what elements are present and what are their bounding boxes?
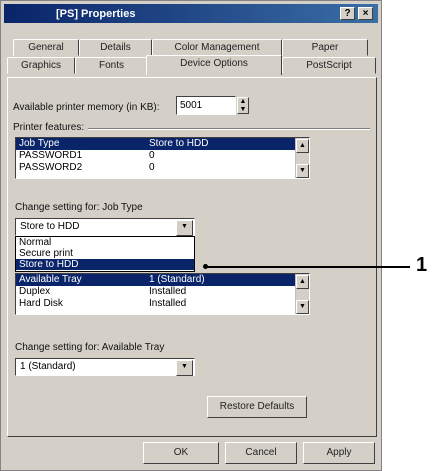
tab-fonts[interactable]: Fonts (75, 57, 148, 74)
feature-value: 0 (149, 162, 155, 173)
list-item[interactable]: PASSWORD1 0 (16, 150, 309, 162)
feature-value: Store to HDD (149, 138, 209, 149)
tab-paper[interactable]: Paper (282, 39, 368, 56)
job-type-dropdown[interactable]: Normal Secure print Store to HDD (15, 236, 195, 272)
feature-value: 0 (149, 150, 155, 161)
feature-name: PASSWORD1 (19, 150, 83, 161)
dropdown-option-store-to-hdd[interactable]: Store to HDD (16, 259, 194, 270)
group-divider (88, 128, 370, 130)
chevron-down-icon[interactable]: ▼ (176, 220, 193, 236)
list-item[interactable]: Available Tray 1 (Standard) (16, 274, 309, 286)
tab-details[interactable]: Details (79, 39, 152, 56)
tab-graphics[interactable]: Graphics (7, 57, 75, 74)
callout-number: 1 (416, 254, 428, 276)
installable-options-list[interactable]: Available Tray 1 (Standard) Duplex Insta… (15, 273, 310, 315)
dropdown-option-normal[interactable]: Normal (16, 237, 194, 248)
tab-general[interactable]: General (13, 39, 79, 56)
help-button[interactable]: ? (340, 7, 355, 20)
printer-features-label: Printer features: (13, 122, 85, 133)
callout-line (206, 266, 410, 268)
scroll-down-icon[interactable]: ▼ (296, 164, 309, 178)
job-type-combo-value: Store to HDD (20, 221, 80, 232)
option-name: Duplex (19, 286, 51, 297)
feature-name: PASSWORD2 (19, 162, 83, 173)
window-title: [PS] Properties (56, 8, 136, 20)
scrollbar[interactable]: ▲ ▼ (295, 274, 309, 314)
title-bar[interactable]: [PS] Properties ? × (4, 4, 378, 23)
tray-combo[interactable]: 1 (Standard) ▼ (15, 358, 195, 376)
printer-features-list[interactable]: Job Type Store to HDD PASSWORD1 0 PASSWO… (15, 137, 310, 179)
list-item[interactable]: Duplex Installed (16, 286, 309, 298)
close-button[interactable]: × (358, 7, 373, 20)
option-name: Available Tray (19, 274, 82, 285)
tab-postscript[interactable]: PostScript (282, 57, 376, 74)
scroll-up-icon[interactable]: ▲ (296, 275, 309, 289)
scroll-up-icon[interactable]: ▲ (296, 139, 309, 153)
option-value: Installed (149, 286, 187, 297)
list-item[interactable]: Job Type Store to HDD (16, 138, 309, 150)
tray-combo-value: 1 (Standard) (20, 361, 76, 372)
option-value: 1 (Standard) (149, 274, 205, 285)
device-options-panel: Available printer memory (in KB): 5001 ▲… (7, 77, 377, 437)
option-name: Hard Disk (19, 298, 63, 309)
scrollbar[interactable]: ▲ ▼ (295, 138, 309, 178)
memory-spinner[interactable]: ▲ ▼ (237, 97, 249, 114)
chevron-down-icon[interactable]: ▼ (176, 360, 193, 376)
properties-dialog: [PS] Properties ? × General Details Colo… (0, 0, 382, 471)
list-item[interactable]: PASSWORD2 0 (16, 162, 309, 174)
scroll-down-icon[interactable]: ▼ (296, 300, 309, 314)
option-value: Installed (149, 298, 187, 309)
dropdown-option-secure-print[interactable]: Secure print (16, 248, 194, 259)
tab-color-management[interactable]: Color Management (152, 39, 282, 56)
feature-name: Job Type (19, 138, 60, 149)
tray-setting-label: Change setting for: Available Tray (15, 342, 165, 353)
apply-button[interactable]: Apply (303, 442, 375, 464)
memory-label: Available printer memory (in KB): (13, 102, 160, 113)
job-type-combo[interactable]: Store to HDD ▼ (15, 218, 195, 236)
memory-input[interactable]: 5001 (176, 96, 236, 115)
tab-device-options[interactable]: Device Options (146, 55, 282, 75)
job-type-setting-label: Change setting for: Job Type (15, 202, 143, 213)
ok-button[interactable]: OK (143, 442, 219, 464)
cancel-button[interactable]: Cancel (225, 442, 297, 464)
list-item[interactable]: Hard Disk Installed (16, 298, 309, 310)
restore-defaults-button[interactable]: Restore Defaults (207, 396, 307, 418)
